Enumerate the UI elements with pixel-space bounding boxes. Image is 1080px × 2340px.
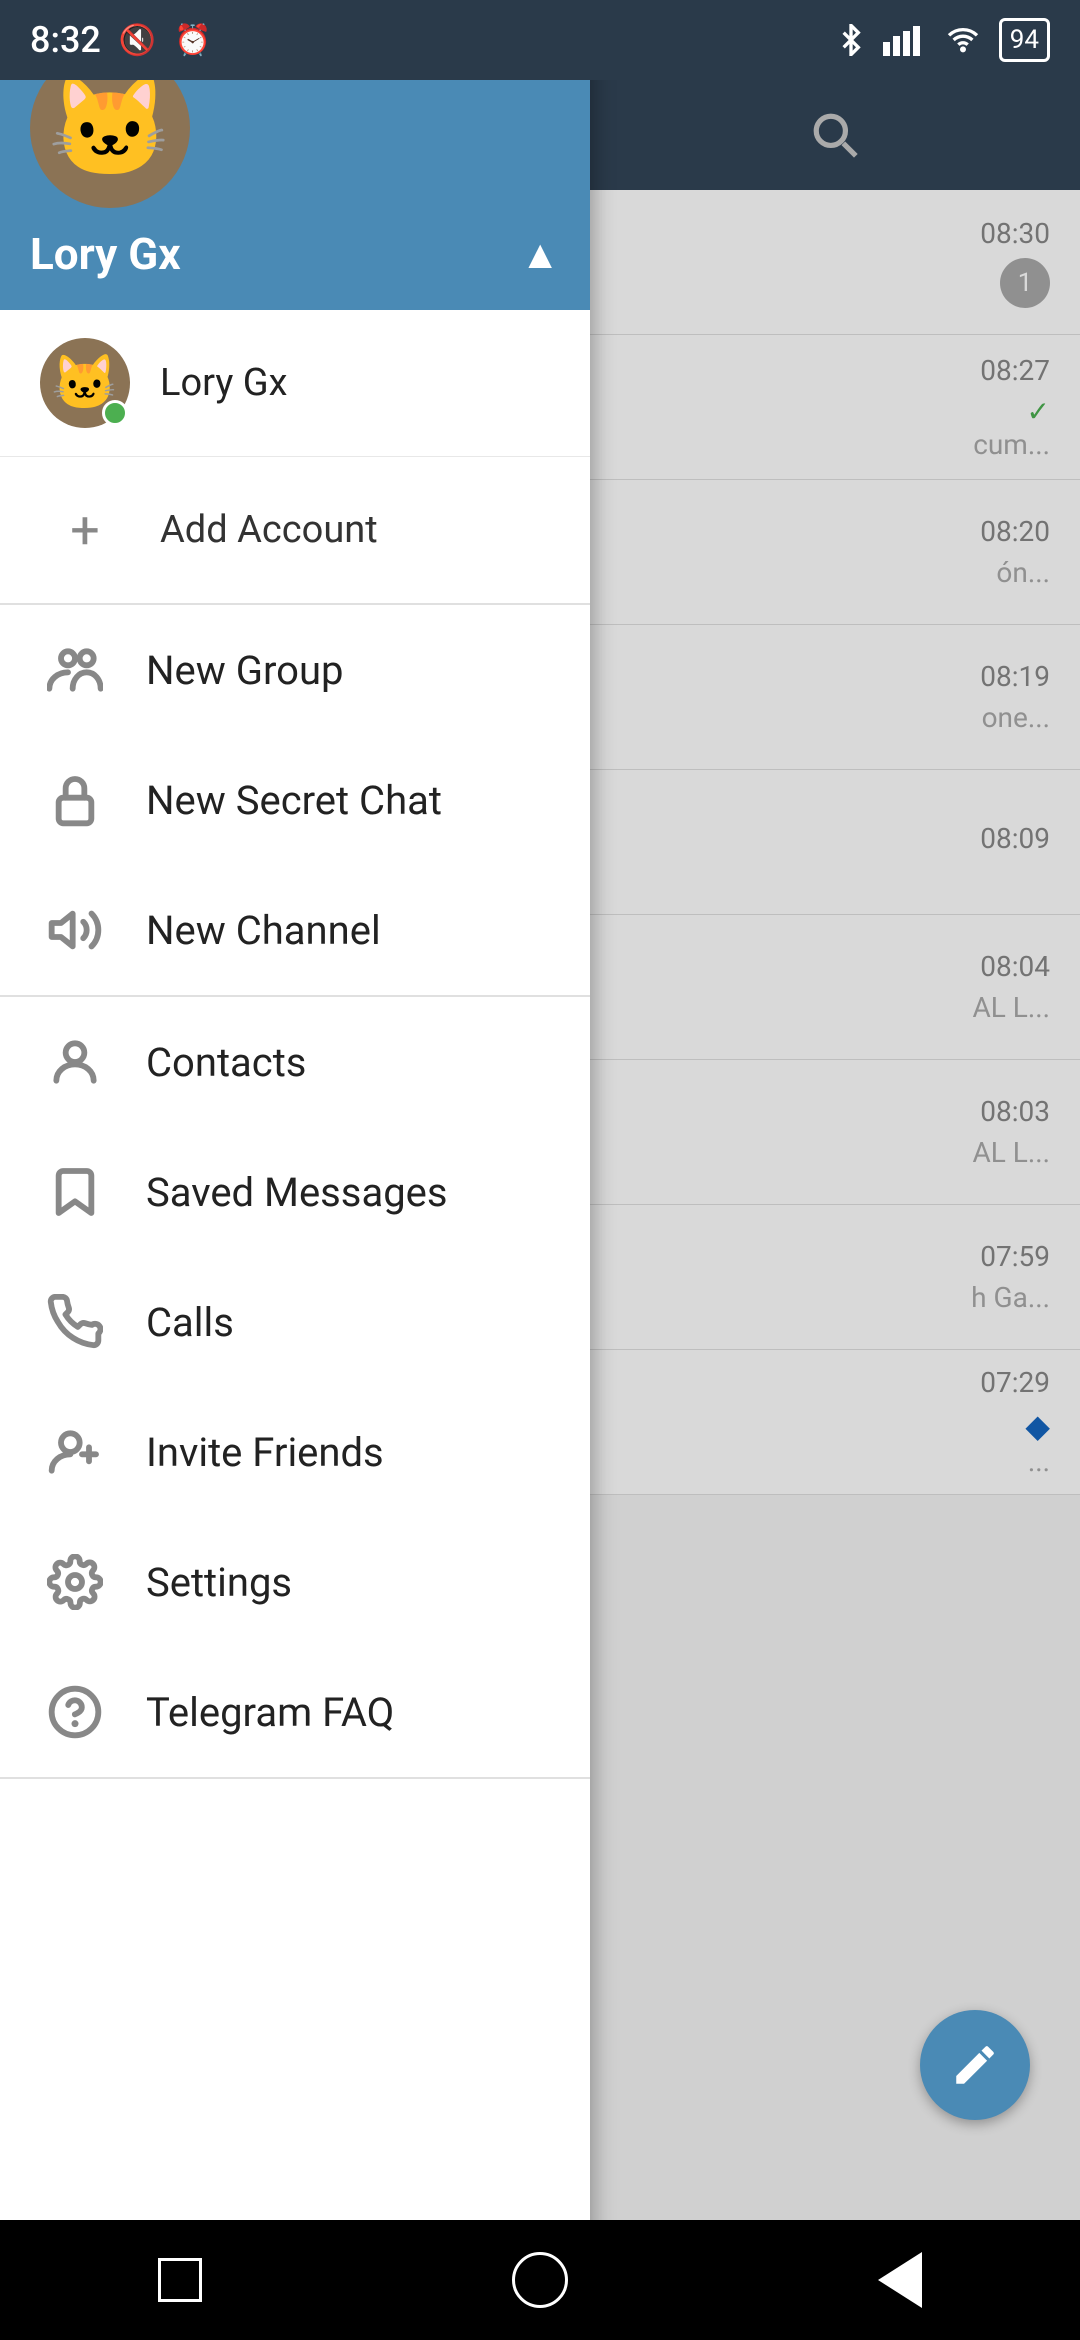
calls-label: Calls (146, 1299, 234, 1346)
menu-section-2: Contacts Saved Messages Calls (0, 997, 590, 1779)
telegram-faq-label: Telegram FAQ (146, 1689, 394, 1736)
add-account-label: Add Account (160, 508, 378, 552)
new-channel-label: New Channel (146, 907, 381, 954)
nav-back-button[interactable] (860, 2240, 940, 2320)
saved-messages-menu-item[interactable]: Saved Messages (0, 1127, 590, 1257)
search-icon (810, 110, 860, 160)
navigation-bar (0, 2220, 1080, 2340)
add-account-row[interactable]: + Add Account (0, 457, 590, 605)
status-right: 94 (835, 18, 1050, 62)
new-channel-icon (40, 895, 110, 965)
contacts-menu-item[interactable]: Contacts (0, 997, 590, 1127)
account-row[interactable]: 🐱 Lory Gx (0, 310, 590, 457)
alarm-icon: ⏰ (174, 23, 211, 58)
new-group-label: New Group (146, 647, 343, 694)
contacts-label: Contacts (146, 1039, 306, 1086)
avatar-image: 🐱 (48, 78, 173, 178)
new-group-menu-item[interactable]: New Group (0, 605, 590, 735)
chat-search-bar (590, 80, 1080, 190)
telegram-faq-menu-item[interactable]: Telegram FAQ (0, 1647, 590, 1777)
status-bar: 8:32 🔇 ⏰ 94 (0, 0, 1080, 80)
settings-icon (40, 1547, 110, 1617)
saved-messages-icon (40, 1157, 110, 1227)
new-secret-chat-icon (40, 765, 110, 835)
pencil-icon (950, 2040, 1000, 2090)
account-name-label: Lory Gx (160, 361, 288, 405)
settings-label: Settings (146, 1559, 292, 1606)
status-left: 8:32 🔇 ⏰ (30, 19, 212, 61)
contacts-icon (40, 1027, 110, 1097)
invite-friends-icon (40, 1417, 110, 1487)
telegram-faq-icon (40, 1677, 110, 1747)
bluetooth-icon (835, 24, 867, 56)
new-group-icon (40, 635, 110, 705)
chevron-up-icon[interactable]: ▲ (520, 231, 560, 278)
new-secret-chat-label: New Secret Chat (146, 777, 442, 824)
invite-friends-label: Invite Friends (146, 1429, 384, 1476)
battery-level: 94 (1010, 25, 1039, 55)
drawer-user-name: Lory Gx (30, 228, 181, 280)
online-indicator (102, 400, 128, 426)
invite-friends-menu-item[interactable]: Invite Friends (0, 1387, 590, 1517)
calls-icon (40, 1287, 110, 1357)
new-channel-menu-item[interactable]: New Channel (0, 865, 590, 995)
drawer-name-row: Lory Gx ▲ (30, 228, 560, 280)
nav-recent-button[interactable] (140, 2240, 220, 2320)
mute-icon: 🔇 (119, 23, 156, 58)
recent-icon (158, 2258, 202, 2302)
settings-menu-item[interactable]: Settings (0, 1517, 590, 1647)
back-icon (878, 2252, 922, 2308)
status-time: 8:32 (30, 19, 101, 61)
menu-section-1: New Group New Secret Chat New Channel (0, 605, 590, 997)
signal-icon (883, 24, 927, 56)
home-icon (512, 2252, 568, 2308)
calls-menu-item[interactable]: Calls (0, 1257, 590, 1387)
wifi-icon (943, 24, 983, 56)
battery-indicator: 94 (999, 18, 1050, 62)
nav-home-button[interactable] (500, 2240, 580, 2320)
new-secret-chat-menu-item[interactable]: New Secret Chat (0, 735, 590, 865)
navigation-drawer: 🐱 Lory Gx ▲ 🐱 Lory Gx + Add Account (0, 0, 590, 2260)
account-avatar: 🐱 (40, 338, 130, 428)
overlay-dim (590, 190, 1080, 2340)
plus-icon: + (70, 500, 100, 561)
compose-fab-button[interactable] (920, 2010, 1030, 2120)
add-account-icon: + (40, 485, 130, 575)
saved-messages-label: Saved Messages (146, 1169, 448, 1216)
